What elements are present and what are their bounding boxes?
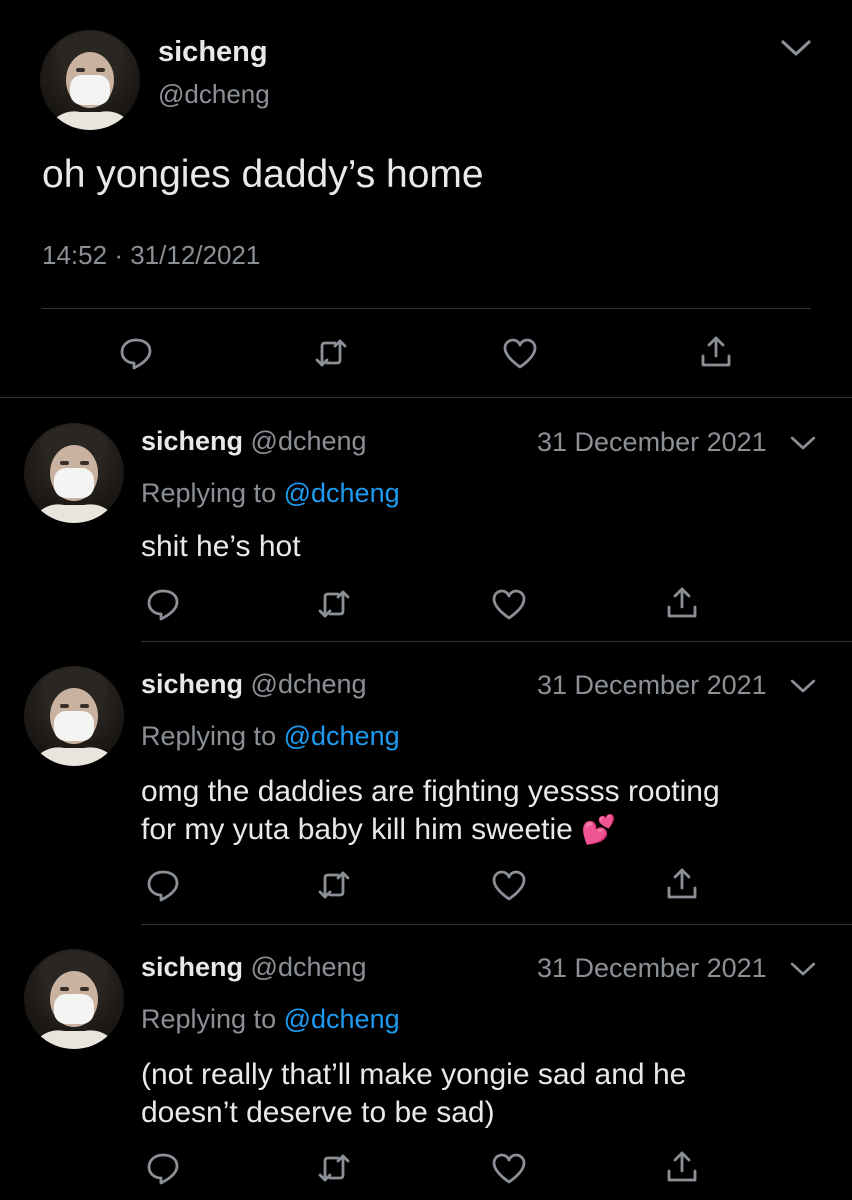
- reply-header: sicheng @dcheng: [141, 952, 367, 983]
- retweet-icon[interactable]: [316, 867, 352, 903]
- reply-text: (not really that’ll make yongie sad and …: [141, 1056, 686, 1132]
- reply-icon[interactable]: [118, 335, 154, 371]
- share-icon[interactable]: [664, 585, 700, 621]
- tweet-text: oh yongies daddy’s home: [42, 153, 484, 196]
- date[interactable]: 31/12/2021: [130, 240, 260, 270]
- reply-icon[interactable]: [145, 1150, 181, 1186]
- display-name[interactable]: sicheng: [141, 952, 243, 982]
- chevron-down-icon[interactable]: [788, 428, 818, 458]
- reply-text-line: omg the daddies are fighting yessss root…: [141, 775, 720, 808]
- reply-text-line: doesn’t deserve to be sad): [141, 1096, 495, 1129]
- chevron-down-icon[interactable]: [788, 671, 818, 701]
- chevron-down-icon[interactable]: [778, 30, 814, 66]
- reply-icon[interactable]: [145, 586, 181, 622]
- replying-to: Replying to @dcheng: [141, 478, 400, 509]
- display-name[interactable]: sicheng: [158, 36, 268, 69]
- separator: ·: [114, 240, 123, 270]
- reply-divider: [141, 641, 852, 642]
- two-hearts-emoji: 💕: [581, 814, 617, 845]
- time: 14:52: [42, 240, 108, 270]
- retweet-icon[interactable]: [316, 586, 352, 622]
- replying-label: Replying to: [141, 478, 277, 508]
- heart-icon[interactable]: [491, 587, 527, 623]
- handle[interactable]: @dcheng: [158, 79, 270, 110]
- avatar[interactable]: [40, 30, 140, 130]
- replying-label: Replying to: [141, 1004, 277, 1034]
- reply-divider: [141, 924, 852, 925]
- reply-text-line: for my yuta baby kill him sweetie 💕: [141, 811, 720, 849]
- reply-text: shit he’s hot: [141, 530, 301, 564]
- retweet-icon[interactable]: [313, 335, 349, 371]
- avatar[interactable]: [24, 949, 124, 1049]
- heart-icon[interactable]: [491, 1151, 527, 1187]
- display-name[interactable]: sicheng: [141, 426, 243, 456]
- display-name[interactable]: sicheng: [141, 669, 243, 699]
- divider: [42, 308, 811, 309]
- reply-date[interactable]: 31 December 2021: [537, 953, 767, 984]
- replying-handle[interactable]: @dcheng: [284, 721, 400, 751]
- avatar[interactable]: [24, 666, 124, 766]
- replying-handle[interactable]: @dcheng: [284, 1004, 400, 1034]
- reply-text-line: shit he’s hot: [141, 530, 301, 563]
- reply-text-line-content: for my yuta baby kill him sweetie: [141, 813, 573, 846]
- reply-text: omg the daddies are fighting yessss root…: [141, 773, 720, 849]
- timestamp: 14:52 · 31/12/2021: [42, 240, 260, 271]
- replying-to: Replying to @dcheng: [141, 721, 400, 752]
- replying-to: Replying to @dcheng: [141, 1004, 400, 1035]
- replying-label: Replying to: [141, 721, 277, 751]
- section-divider: [0, 397, 852, 398]
- reply-date[interactable]: 31 December 2021: [537, 427, 767, 458]
- replying-handle[interactable]: @dcheng: [284, 478, 400, 508]
- reply-header: sicheng @dcheng: [141, 426, 367, 457]
- reply-date[interactable]: 31 December 2021: [537, 670, 767, 701]
- heart-icon[interactable]: [502, 336, 538, 372]
- reply-icon[interactable]: [145, 867, 181, 903]
- avatar[interactable]: [24, 423, 124, 523]
- handle[interactable]: @dcheng: [251, 426, 367, 456]
- retweet-icon[interactable]: [316, 1150, 352, 1186]
- reply-header: sicheng @dcheng: [141, 669, 367, 700]
- heart-icon[interactable]: [491, 868, 527, 904]
- handle[interactable]: @dcheng: [251, 669, 367, 699]
- share-icon[interactable]: [664, 1149, 700, 1185]
- handle[interactable]: @dcheng: [251, 952, 367, 982]
- reply-text-line: (not really that’ll make yongie sad and …: [141, 1058, 687, 1091]
- chevron-down-icon[interactable]: [788, 954, 818, 984]
- share-icon[interactable]: [698, 334, 734, 370]
- share-icon[interactable]: [664, 866, 700, 902]
